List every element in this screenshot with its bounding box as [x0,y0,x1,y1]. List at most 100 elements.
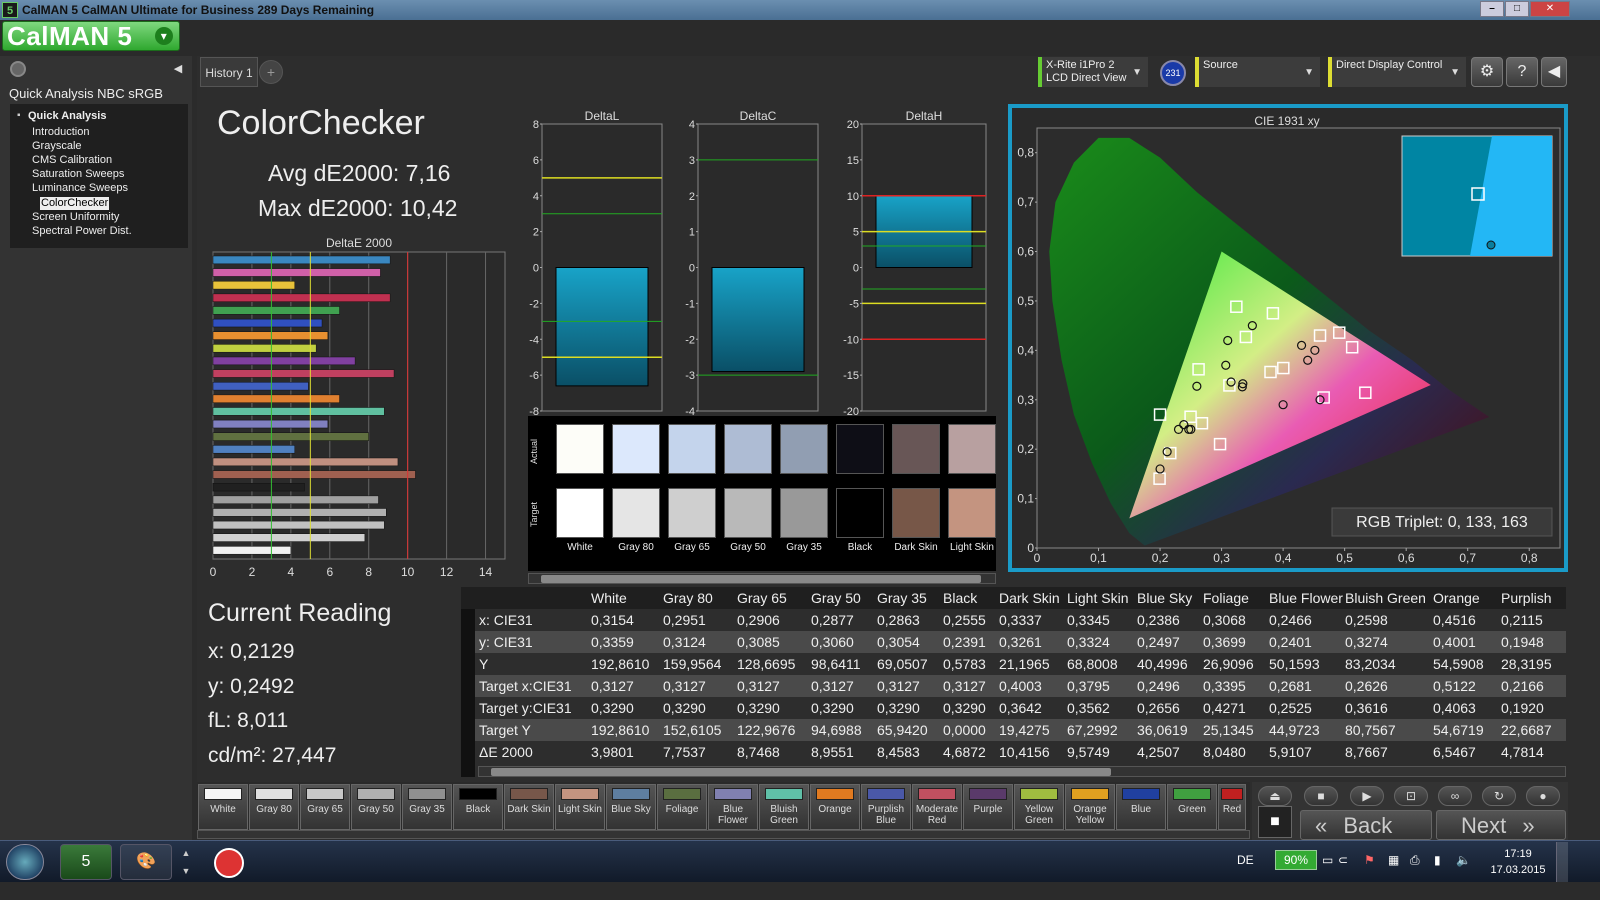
deltae-chart: DeltaE 2000 0 2 4 6 8 10 12 14 [210,236,506,579]
record-button[interactable]: ⊡ [1394,786,1428,806]
delta-tick-label: 4 [689,119,695,131]
close-button[interactable]: ✕ [1530,1,1570,17]
sync-icon[interactable]: ⊂ [1338,853,1348,867]
table-column-header: Gray 80 [663,590,713,606]
tree-item-introduction[interactable]: Introduction [31,126,90,139]
patch-button[interactable]: Bluish Green [759,784,809,830]
table-cell: 0,2598 [1345,612,1388,628]
language-indicator[interactable]: DE [1237,853,1254,867]
patch-button[interactable]: Gray 65 [300,784,350,830]
maximize-button[interactable]: □ [1505,1,1529,17]
patch-swatch [1071,788,1109,800]
patch-button[interactable]: Moderate Red [912,784,962,830]
tree-item-screen-uniformity[interactable]: Screen Uniformity [31,211,120,224]
flag-icon[interactable]: ⚑ [1364,853,1375,867]
reading-x: x: 0,2129 [208,640,295,663]
eject-button[interactable]: ⏏ [1258,786,1292,806]
help-button[interactable]: ? [1506,57,1538,87]
deltae-xtick-label: 0 [210,565,217,579]
patch-button[interactable]: White [198,784,248,830]
next-button[interactable]: Next » [1436,810,1566,840]
tree-item-saturation-sweeps[interactable]: Saturation Sweeps [31,168,125,181]
refresh-button[interactable]: ↻ [1482,786,1516,806]
patch-button[interactable]: Black [453,784,503,830]
calman-logo-button[interactable]: CalMAN 5 ▾ [2,21,180,51]
add-tab-button[interactable]: + [259,60,283,84]
options-icon[interactable] [10,61,26,77]
patch-button[interactable]: Foliage [657,784,707,830]
patch-swatch [561,788,599,800]
patch-button[interactable]: Blue Sky [606,784,656,830]
delta-tick-label: 20 [847,119,859,131]
battery-indicator[interactable]: 90% [1275,850,1317,870]
play-button[interactable]: ▶ [1350,786,1384,806]
volume-muted-icon[interactable]: 🔈 [1456,853,1471,867]
minimize-button[interactable]: – [1480,1,1504,17]
tree-expand-icon[interactable]: ▪ [17,110,21,121]
table-cell: 0,3562 [1067,700,1110,716]
patch-label: Green [1178,804,1206,815]
back-button[interactable]: « Back [1300,810,1432,840]
tree-item-colorchecker[interactable]: ColorChecker [40,197,110,210]
calman-taskbar-icon[interactable]: 5 [60,844,112,880]
stop-button[interactable]: ■ [1304,786,1338,806]
patch-label: Gray 80 [256,804,292,815]
stop-circle-button[interactable]: ● [1526,786,1560,806]
table-cell: 0,2166 [1501,678,1544,694]
patch-button[interactable]: Purple [963,784,1013,830]
start-button[interactable] [6,844,44,880]
patch-button[interactable]: Red [1218,784,1246,830]
patch-button[interactable]: Orange [810,784,860,830]
delta-tick-label: 10 [847,191,859,203]
table-cell: 0,3127 [663,678,706,694]
taskbar-scroll-icon[interactable]: ▲ ▼ [180,844,192,880]
collapse-panel-icon[interactable]: ◀ [170,61,186,77]
deltae-bar [212,457,399,467]
loop-button[interactable]: ∞ [1438,786,1472,806]
tree-item-grayscale[interactable]: Grayscale [31,140,83,153]
scrollbar-thumb[interactable] [491,768,1111,776]
signal-icon[interactable]: ▮ [1434,853,1441,867]
patch-button[interactable]: Dark Skin [504,784,554,830]
tree-root[interactable]: Quick Analysis [28,110,106,122]
patch-button[interactable]: Gray 50 [351,784,401,830]
network-icon[interactable]: ▦ [1388,853,1399,867]
patch-button[interactable]: Light Skin [555,784,605,830]
swatch-target [836,488,884,538]
meter-dropdown[interactable]: X-Rite i1Pro 2 LCD Direct View ▼ [1038,57,1148,87]
patch-button[interactable]: Purplish Blue [861,784,911,830]
meter-status-badge[interactable]: 231 [1160,60,1186,86]
table-scrollbar[interactable] [478,766,1566,777]
display-dropdown[interactable]: Direct Display Control ▼ [1328,57,1466,87]
swatch-scrollbar[interactable] [528,573,996,584]
patch-button[interactable]: Gray 80 [249,784,299,830]
patch-button[interactable]: Gray 35 [402,784,452,830]
delta-bar [711,267,805,373]
table-cell: 0,3124 [663,634,706,650]
paint-taskbar-icon[interactable]: 🎨 [120,844,172,880]
patch-label: Light Skin [558,804,602,815]
tree-item-cms-calibration[interactable]: CMS Calibration [31,154,113,167]
clock-time[interactable]: 17:19 [1492,848,1544,860]
show-desktop-button[interactable] [1556,842,1568,882]
printer-icon[interactable]: ⎙ [1410,853,1420,868]
tree-item-spectral-power-dist[interactable]: Spectral Power Dist. [31,225,133,238]
scrollbar-thumb[interactable] [541,575,981,583]
patch-button[interactable]: Yellow Green [1014,784,1064,830]
patch-button[interactable]: Green [1167,784,1217,830]
stop-square-button[interactable]: ■ [1258,806,1292,838]
settings-button[interactable]: ⚙ [1471,57,1503,87]
tree-item-luminance-sweeps[interactable]: Luminance Sweeps [31,182,129,195]
patch-button[interactable]: Blue [1116,784,1166,830]
patch-button[interactable]: Orange Yellow [1065,784,1115,830]
patch-swatch [1173,788,1211,800]
tab-history-1[interactable]: History 1 [200,57,258,87]
collapse-right-button[interactable]: ◀ [1541,57,1567,87]
source-dropdown[interactable]: Source ▼ [1195,57,1320,87]
table-cell: 192,8610 [591,656,650,672]
clock-date[interactable]: 17.03.2015 [1486,864,1550,876]
patch-scrollbar[interactable] [197,830,1250,839]
battery-icon[interactable]: ▭ [1322,853,1333,867]
patch-button[interactable]: Blue Flower [708,784,758,830]
app-taskbar-icon[interactable] [214,848,244,878]
